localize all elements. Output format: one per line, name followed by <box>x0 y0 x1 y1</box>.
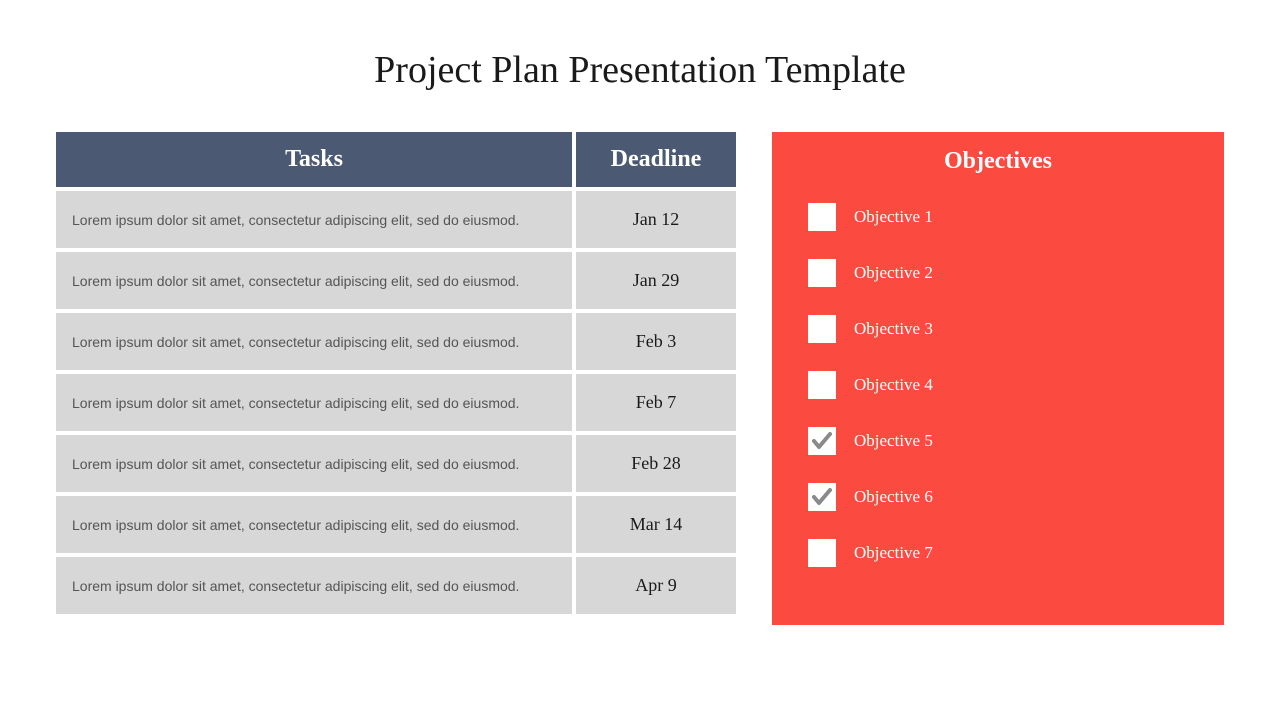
objective-item: Objective 1 <box>802 203 1194 231</box>
task-cell: Lorem ipsum dolor sit amet, consectetur … <box>56 374 576 431</box>
table-row: Lorem ipsum dolor sit amet, consectetur … <box>56 252 736 309</box>
task-cell: Lorem ipsum dolor sit amet, consectetur … <box>56 313 576 370</box>
task-cell: Lorem ipsum dolor sit amet, consectetur … <box>56 191 576 248</box>
deadline-cell: Feb 3 <box>576 313 736 370</box>
table-row: Lorem ipsum dolor sit amet, consectetur … <box>56 435 736 492</box>
table-row: Lorem ipsum dolor sit amet, consectetur … <box>56 557 736 614</box>
deadline-cell: Feb 7 <box>576 374 736 431</box>
objective-item: Objective 6 <box>802 483 1194 511</box>
objective-item: Objective 2 <box>802 259 1194 287</box>
checkbox-checked-icon <box>808 483 836 511</box>
objective-label: Objective 6 <box>854 487 933 507</box>
objective-item: Objective 3 <box>802 315 1194 343</box>
objective-item: Objective 7 <box>802 539 1194 567</box>
deadline-cell: Mar 14 <box>576 496 736 553</box>
task-cell: Lorem ipsum dolor sit amet, consectetur … <box>56 496 576 553</box>
checkbox-icon <box>808 259 836 287</box>
content-wrap: Tasks Deadline Lorem ipsum dolor sit ame… <box>0 92 1280 625</box>
objectives-title: Objectives <box>802 148 1194 175</box>
task-cell: Lorem ipsum dolor sit amet, consectetur … <box>56 252 576 309</box>
deadline-cell: Jan 12 <box>576 191 736 248</box>
checkbox-icon <box>808 315 836 343</box>
objective-label: Objective 5 <box>854 431 933 451</box>
table-row: Lorem ipsum dolor sit amet, consectetur … <box>56 313 736 370</box>
objective-label: Objective 3 <box>854 319 933 339</box>
table-row: Lorem ipsum dolor sit amet, consectetur … <box>56 496 736 553</box>
objectives-panel: Objectives Objective 1 Objective 2 Objec… <box>772 132 1224 625</box>
checkbox-icon <box>808 203 836 231</box>
task-cell: Lorem ipsum dolor sit amet, consectetur … <box>56 435 576 492</box>
table-row: Lorem ipsum dolor sit amet, consectetur … <box>56 374 736 431</box>
checkbox-checked-icon <box>808 427 836 455</box>
slide-title: Project Plan Presentation Template <box>0 0 1280 92</box>
deadline-cell: Apr 9 <box>576 557 736 614</box>
objective-label: Objective 2 <box>854 263 933 283</box>
objective-label: Objective 4 <box>854 375 933 395</box>
objective-item: Objective 4 <box>802 371 1194 399</box>
deadline-header-label: Deadline <box>576 132 736 187</box>
task-cell: Lorem ipsum dolor sit amet, consectetur … <box>56 557 576 614</box>
tasks-header-label: Tasks <box>56 132 576 187</box>
tasks-panel: Tasks Deadline Lorem ipsum dolor sit ame… <box>56 132 736 625</box>
objective-item: Objective 5 <box>802 427 1194 455</box>
checkbox-icon <box>808 539 836 567</box>
tasks-header-row: Tasks Deadline <box>56 132 736 187</box>
checkbox-icon <box>808 371 836 399</box>
objective-label: Objective 7 <box>854 543 933 563</box>
deadline-cell: Jan 29 <box>576 252 736 309</box>
table-row: Lorem ipsum dolor sit amet, consectetur … <box>56 191 736 248</box>
objective-label: Objective 1 <box>854 207 933 227</box>
deadline-cell: Feb 28 <box>576 435 736 492</box>
